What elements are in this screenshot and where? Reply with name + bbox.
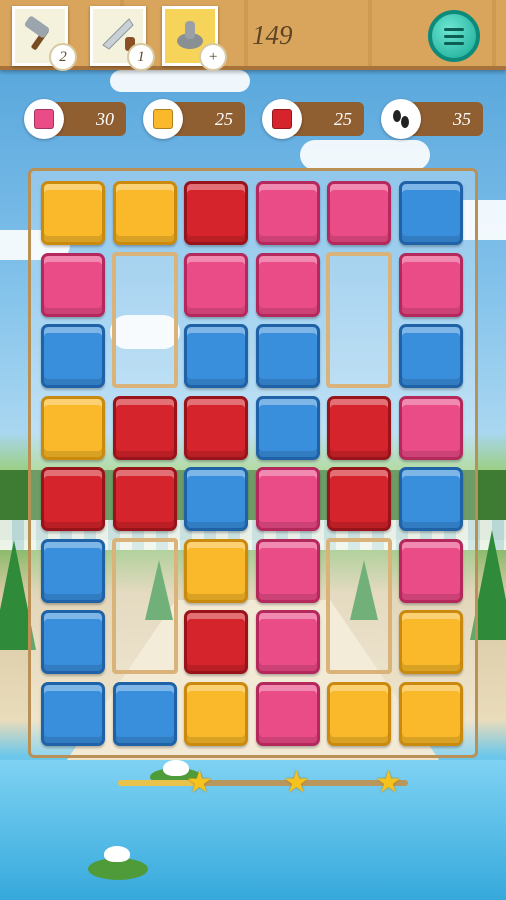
yellow-block[interactable] [398,681,463,746]
yellow-block[interactable] [112,181,177,245]
blue-block[interactable] [41,610,105,674]
yellow-block-icon [143,99,183,139]
empty-slot [112,252,178,388]
pink-block[interactable] [398,252,463,317]
menu-button[interactable] [428,10,480,62]
pink-block[interactable] [255,181,320,245]
red-block-icon [262,99,302,139]
star-icon: ★ [283,766,310,799]
star-icon: ★ [375,766,402,799]
booster-cannon[interactable]: + [162,6,227,71]
booster-count-badge: 2 [49,43,77,71]
blue-block[interactable] [41,538,105,603]
red-block[interactable] [112,467,177,531]
empty-slot [326,252,392,388]
booster-add-badge[interactable]: + [199,43,227,71]
goal-yellow: 25 [143,99,245,139]
blue-block[interactable] [398,324,463,388]
empty-slot [326,538,392,674]
yellow-block[interactable] [41,395,105,460]
pink-block-icon [24,99,64,139]
red-block[interactable] [327,395,391,460]
goal-red: 25 [262,99,364,139]
blue-block[interactable] [112,681,177,746]
blue-block[interactable] [255,324,320,388]
blue-block[interactable] [398,467,463,531]
booster-saw[interactable]: 1 [90,6,155,71]
pink-block[interactable] [327,181,391,245]
score-progress-bar [118,780,408,786]
blue-block[interactable] [398,181,463,245]
goal-pink-count: 30 [96,108,114,129]
booster-hammer[interactable]: 2 [12,6,77,71]
pink-block[interactable] [255,681,320,746]
score-value: 149 [252,20,293,50]
goal-red-count: 25 [334,108,352,129]
footprints-icon [381,99,421,139]
red-block[interactable] [327,467,391,531]
yellow-block[interactable] [184,681,248,746]
red-block[interactable] [184,181,248,245]
blue-block[interactable] [184,324,248,388]
pink-block[interactable] [255,467,320,531]
red-block[interactable] [41,467,105,531]
red-block[interactable] [184,395,248,460]
blue-block[interactable] [41,324,105,388]
blue-block[interactable] [41,681,105,746]
goal-yellow-count: 25 [215,108,233,129]
yellow-block[interactable] [398,610,463,674]
pink-block[interactable] [184,252,248,317]
menu-icon [444,27,464,31]
yellow-block[interactable] [327,681,391,746]
pink-block[interactable] [255,538,320,603]
goal-pink: 30 [24,99,126,139]
red-block[interactable] [184,610,248,674]
game-board [28,168,478,758]
yellow-block[interactable] [184,538,248,603]
booster-count-badge: 1 [127,43,155,71]
pink-block[interactable] [255,610,320,674]
yellow-block[interactable] [41,181,105,245]
pink-block[interactable] [41,252,105,317]
goal-moves-count: 35 [453,108,471,129]
star-icon: ★ [186,766,213,799]
blue-block[interactable] [255,395,320,460]
empty-slot [112,538,178,674]
top-bar: 2 1 + 149 [0,0,506,71]
red-block[interactable] [112,395,177,460]
pink-block[interactable] [398,395,463,460]
pink-block[interactable] [398,538,463,603]
pink-block[interactable] [255,252,320,317]
blue-block[interactable] [184,467,248,531]
goal-moves: 35 [381,99,483,139]
